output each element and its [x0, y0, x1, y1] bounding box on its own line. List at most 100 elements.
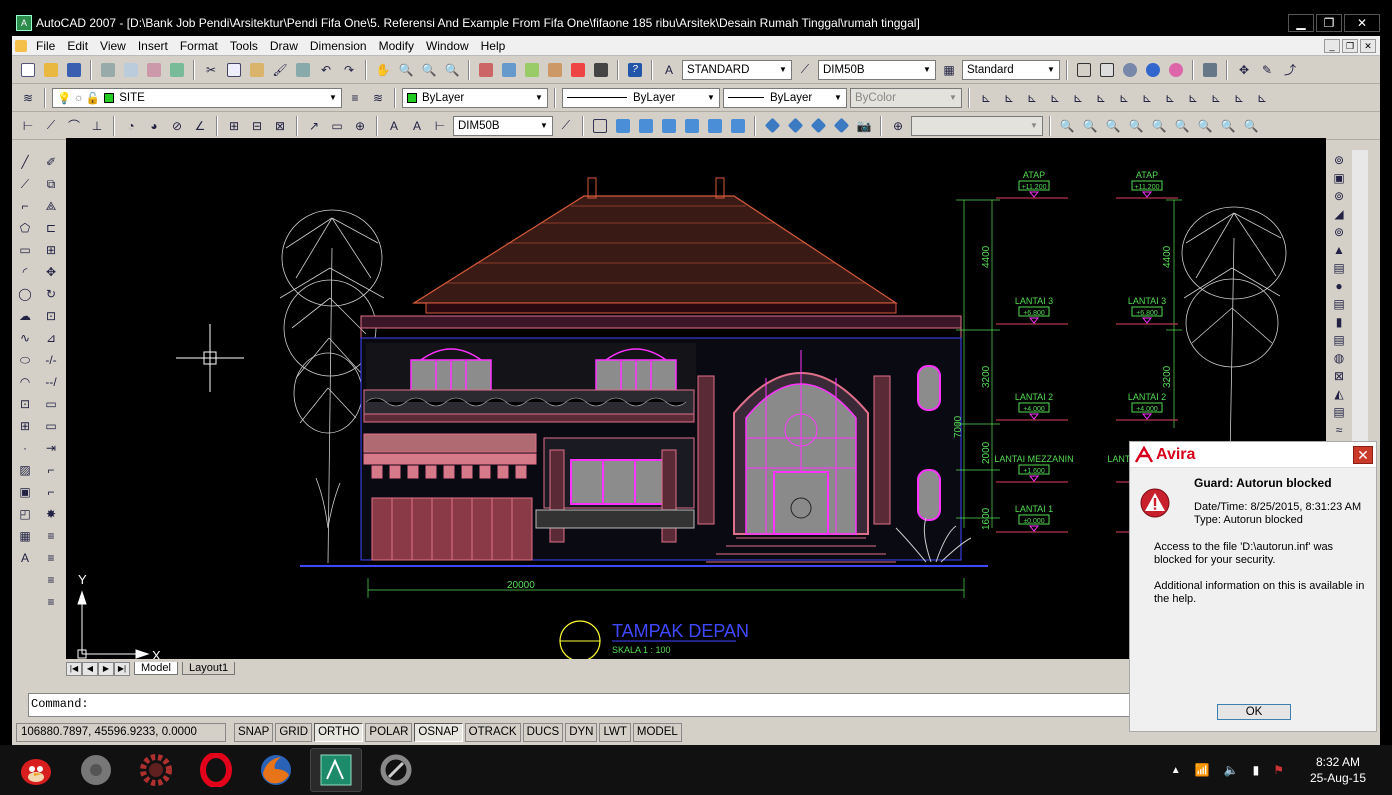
dim-style-icon[interactable]: ⟋ [795, 60, 815, 80]
ucs-object-icon[interactable]: ⊾ [1045, 88, 1065, 108]
dim-style-manager-icon[interactable]: ⟋ [556, 116, 576, 136]
undo-icon[interactable]: ↶ [316, 60, 336, 80]
center-mark-icon[interactable]: ⊕ [350, 116, 370, 136]
opera-icon[interactable] [190, 748, 242, 792]
menu-tools[interactable]: Tools [224, 39, 264, 53]
intersect-icon[interactable]: ⊚ [1329, 224, 1349, 240]
tab-model[interactable]: Model [134, 662, 178, 675]
ordinate-dim-icon[interactable]: ⊥ [87, 116, 107, 136]
avira-close-button[interactable]: ✕ [1353, 446, 1373, 464]
avira-ok-button[interactable]: OK [1217, 704, 1291, 720]
move-3d-icon[interactable]: ✥ [1234, 60, 1254, 80]
multiline-text-icon[interactable]: A [15, 548, 35, 568]
battery-icon[interactable]: ▮ [1253, 763, 1260, 777]
left-view-icon[interactable] [659, 116, 679, 136]
quickcalc-icon[interactable] [591, 60, 611, 80]
continue-dim-icon[interactable]: ⊠ [270, 116, 290, 136]
command-line[interactable]: Command: [28, 693, 1130, 717]
arc-icon[interactable]: ◜ [15, 262, 35, 282]
layer-previous-icon[interactable]: ≋ [368, 88, 388, 108]
rotate-icon[interactable]: ↻ [41, 284, 61, 304]
ucs-previous-icon[interactable]: ⊾ [999, 88, 1019, 108]
menu-insert[interactable]: Insert [132, 39, 174, 53]
edit-icon[interactable]: ✎ [1257, 60, 1277, 80]
cone-icon[interactable]: ▲ [1329, 242, 1349, 258]
menu-help[interactable]: Help [475, 39, 512, 53]
ucs-x-icon[interactable]: ⊾ [1160, 88, 1180, 108]
box-solid-icon[interactable]: ▣ [1329, 170, 1349, 186]
restore-button[interactable]: ❐ [1316, 14, 1342, 32]
open-file-icon[interactable] [41, 60, 61, 80]
polar-toggle[interactable]: POLAR [365, 723, 413, 742]
trim-icon[interactable]: -/- [41, 350, 61, 370]
firefox-icon[interactable] [250, 748, 302, 792]
new-file-icon[interactable] [18, 60, 38, 80]
ucs-named-icon[interactable]: ⊾ [1252, 88, 1272, 108]
tolerance-icon[interactable]: ▭ [327, 116, 347, 136]
dim-style-select-2[interactable]: DIM50B ▼ [453, 115, 553, 136]
otrack-toggle[interactable]: OTRACK [464, 723, 521, 742]
ortho-toggle[interactable]: ORTHO [314, 723, 364, 742]
clock[interactable]: 8:32 AM 25-Aug-15 [1310, 754, 1366, 786]
join-icon[interactable]: ⇥ [41, 438, 61, 458]
dim-text-edit-icon[interactable]: A [407, 116, 427, 136]
osnap-toggle[interactable]: OSNAP [414, 723, 463, 742]
plot-icon[interactable] [98, 60, 118, 80]
stretch-icon[interactable]: ⊿ [41, 328, 61, 348]
aligned-dim-icon[interactable]: ⟋ [41, 116, 61, 136]
ellipse-arc-icon[interactable]: ◠ [15, 372, 35, 392]
ucs-world-icon[interactable]: ⊾ [976, 88, 996, 108]
table-style-select[interactable]: Standard ▼ [962, 59, 1060, 80]
zoom-realtime-icon[interactable]: 🔍 [396, 60, 416, 80]
menu-modify[interactable]: Modify [373, 39, 420, 53]
ucs-face-icon[interactable]: ⊾ [1022, 88, 1042, 108]
wedge-icon[interactable]: ◢ [1329, 206, 1349, 222]
extrude-faces-icon[interactable]: ▤ [1329, 260, 1349, 276]
pan-realtime-icon[interactable]: ✋ [373, 60, 393, 80]
3d-views-icon[interactable] [590, 116, 610, 136]
ucs-icon[interactable] [1074, 60, 1094, 80]
erase-icon[interactable]: ✐ [41, 152, 61, 172]
linear-dim-icon[interactable]: ⊢ [18, 116, 38, 136]
ucs-apply-icon[interactable]: ⊾ [1229, 88, 1249, 108]
cylinder-icon[interactable]: ▮ [1329, 314, 1349, 330]
front-view-icon[interactable] [705, 116, 725, 136]
layer-tool-icon-1[interactable]: ≡ [41, 526, 61, 546]
table-style-icon[interactable]: ▦ [939, 60, 959, 80]
next-tab-button[interactable]: ▶ [98, 661, 114, 676]
publish-icon[interactable] [144, 60, 164, 80]
prev-tab-button[interactable]: ◀ [82, 661, 98, 676]
ucs-3point-icon[interactable]: ⊾ [1137, 88, 1157, 108]
doc-restore-button[interactable]: ❐ [1342, 38, 1358, 53]
document-icon[interactable] [12, 38, 30, 54]
dim-edit-icon[interactable]: A [384, 116, 404, 136]
shade-icon[interactable] [1143, 60, 1163, 80]
doc-close-button[interactable]: ✕ [1360, 38, 1376, 53]
menu-format[interactable]: Format [174, 39, 224, 53]
hatch-icon[interactable]: ▨ [15, 460, 35, 480]
chamfer-icon[interactable]: ⌐ [41, 460, 61, 480]
3d-dwf-icon[interactable] [167, 60, 187, 80]
sphere-icon[interactable]: ● [1329, 278, 1349, 294]
action-center-icon[interactable]: ⚑ [1273, 763, 1284, 777]
construction-line-icon[interactable]: ⟋ [15, 174, 35, 194]
layer-manager-icon[interactable]: ≋ [18, 88, 38, 108]
arc-length-icon[interactable]: ⌒ [64, 116, 84, 136]
save-icon[interactable] [64, 60, 84, 80]
menu-view[interactable]: View [94, 39, 132, 53]
angular-dim-icon[interactable]: ∠ [190, 116, 210, 136]
disc-app-icon[interactable] [70, 748, 122, 792]
autocad-app-icon[interactable]: A [16, 15, 32, 31]
zoom-scale-icon[interactable]: 🔍 [1103, 116, 1123, 136]
fillet-icon[interactable]: ⌐ [41, 482, 61, 502]
pyramid-icon[interactable]: ◭ [1329, 386, 1349, 402]
rotate-faces-icon[interactable]: ▤ [1329, 404, 1349, 420]
tool-palettes-icon[interactable] [522, 60, 542, 80]
jogged-dim-icon[interactable]: ◕ [144, 116, 164, 136]
block-editor-icon[interactable] [293, 60, 313, 80]
properties-icon[interactable] [476, 60, 496, 80]
snap-toggle[interactable]: SNAP [234, 723, 274, 742]
explode-icon[interactable]: ✸ [41, 504, 61, 524]
color-select[interactable]: ByLayer ▼ [402, 87, 548, 108]
subtract-icon[interactable]: ⊚ [1329, 188, 1349, 204]
